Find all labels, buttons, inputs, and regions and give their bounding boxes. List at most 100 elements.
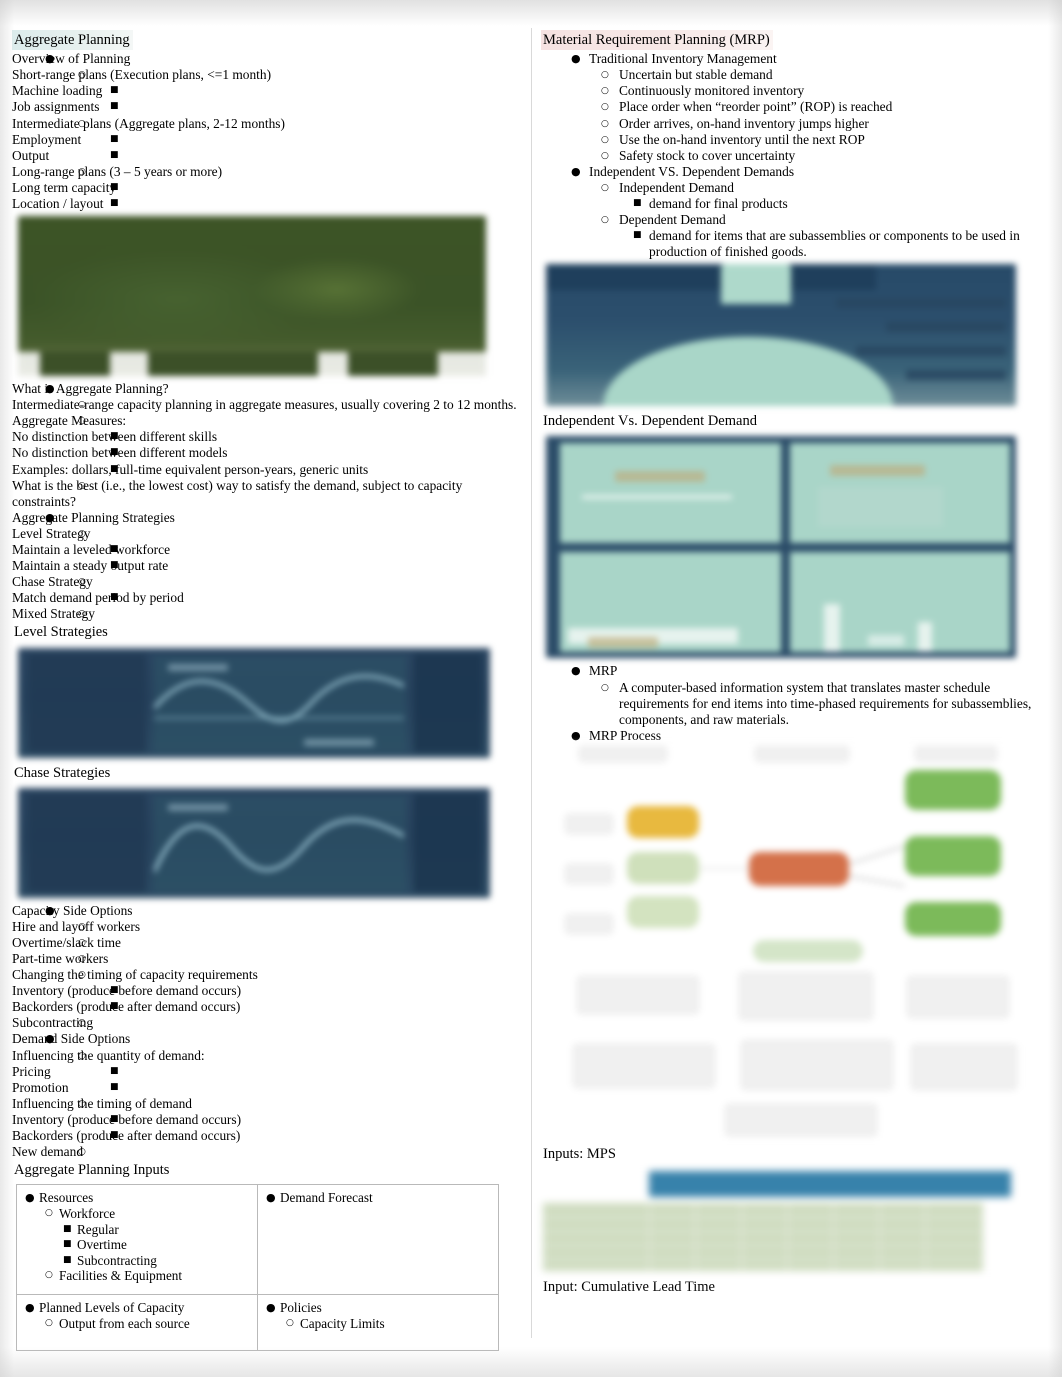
list-item: ● Policies <box>264 1300 492 1316</box>
chart-side-panel <box>414 653 482 752</box>
bullet-square-icon: ■ <box>110 1065 119 1076</box>
bullet-disc-icon: ● <box>571 164 581 178</box>
bullet-disc-icon: ● <box>571 664 581 678</box>
list-item: ■ Maintain a leveled workforce <box>12 542 517 558</box>
list-item-label: Traditional Inventory Management <box>589 51 777 67</box>
list-item-label: Influencing the quantity of demand: <box>12 1047 205 1063</box>
list-item: ○ Mixed Strategy <box>12 606 517 622</box>
photo-spout-shape <box>721 264 791 305</box>
bullet-square-icon: ■ <box>110 197 119 208</box>
bullet-circle-icon: ○ <box>286 1317 294 1328</box>
list-item-label: Safety stock to cover uncertainty <box>619 147 796 163</box>
planned-capacity-list: ● Planned Levels of Capacity ○ Output from… <box>23 1300 251 1331</box>
independent-dependent-demand-quad-image <box>546 436 1016 659</box>
list-item-label: Part-time workers <box>12 951 109 966</box>
list-item: ○ Influencing the timing of demand <box>12 1096 517 1112</box>
list-item: ■ Employment <box>12 132 517 148</box>
list-item-label: Location / layout <box>12 195 104 211</box>
bullet-circle-icon: ○ <box>45 1207 53 1218</box>
list-item: ● Planned Levels of Capacity <box>23 1300 251 1316</box>
bullet-circle-icon: ○ <box>78 1147 86 1158</box>
list-item: ○ Use the on-hand inventory until the nex… <box>541 132 1048 148</box>
bullet-circle-icon: ○ <box>601 102 609 113</box>
list-item-label: Facilities & Equipment <box>59 1268 183 1284</box>
bullet-disc-icon: ● <box>45 510 55 524</box>
table-cell-policies: ● Policies ○ Capacity Limits <box>257 1294 499 1352</box>
quad-cell <box>560 443 781 544</box>
list-item-label: No distinction between different models <box>12 445 228 461</box>
mps-table-colline <box>925 1203 926 1272</box>
bullet-disc-icon: ● <box>571 52 581 66</box>
list-item-label: MRP <box>589 663 618 679</box>
page-title-aggregate-planning: Aggregate Planning <box>12 30 133 51</box>
bullet-disc-icon: ● <box>266 1301 276 1315</box>
list-item: ○ Intermediate-range capacity planning in… <box>12 397 517 413</box>
list-item: ■ Pricing <box>12 1064 517 1080</box>
list-item: ■ Long term capacity <box>12 180 517 196</box>
flow-connector <box>850 845 904 865</box>
level-strategy-curve <box>154 673 404 723</box>
bullet-square-icon: ■ <box>110 101 119 112</box>
flow-node-pale-green <box>627 851 699 884</box>
outline-capacity-demand-options: ● Capacity Side Options ○ Hire and layoff … <box>12 903 517 1161</box>
list-item-label: Resources <box>39 1190 94 1206</box>
bullet-square-icon: ■ <box>110 447 119 458</box>
bullet-circle-icon: ○ <box>78 954 86 964</box>
list-item: ○ Order arrives, on-hand inventory jumps … <box>541 116 1048 132</box>
list-item-label: Promotion <box>12 1079 69 1095</box>
bullet-disc-icon: ● <box>45 382 55 396</box>
list-item: ● MRP <box>541 663 1048 679</box>
list-item-label: Backorders (produce after demand occurs) <box>12 999 241 1015</box>
list-item: ○ A computer-based information system tha… <box>541 680 1048 728</box>
flow-connector <box>699 867 749 870</box>
independent-dependent-demand-photo <box>546 264 1016 407</box>
bullet-circle-icon: ○ <box>601 86 609 97</box>
chart-plot-area <box>154 795 406 892</box>
quad-cell <box>789 552 1010 653</box>
list-item: ○ Intermediate plans (Aggregate plans, 2-… <box>12 116 517 132</box>
quad-cell-bar <box>817 487 943 528</box>
list-item-label: Independent Demand <box>619 179 734 195</box>
list-item: ■ Inventory (produce before demand occurs… <box>12 983 517 999</box>
list-item: ■ Match demand period by period <box>12 590 517 606</box>
list-item-label: MRP Process <box>589 727 662 743</box>
flow-connector <box>849 875 905 887</box>
list-item: ■ Output <box>12 148 517 164</box>
list-item-label: Job assignments <box>12 99 100 115</box>
list-item-label: Maintain a steady output rate <box>12 558 169 574</box>
mps-table-rowline <box>543 1245 983 1247</box>
photo-dark-band <box>546 264 876 291</box>
bullet-circle-icon: ○ <box>78 70 86 81</box>
list-item: ○ Uncertain but stable demand <box>541 67 1048 83</box>
mps-table-colline <box>833 1203 834 1272</box>
flow-node-pale <box>911 1043 1017 1090</box>
page-title-material-requirement-planning: Material Requirement Planning (MRP) <box>541 30 773 51</box>
bullet-square-icon: ■ <box>110 431 119 442</box>
list-item-label: Influencing the timing of demand <box>12 1095 192 1111</box>
list-item-label: Continuously monitored inventory <box>619 83 805 99</box>
bullet-circle-icon: ○ <box>78 480 86 491</box>
list-item: ● Traditional Inventory Management <box>541 51 1048 67</box>
list-item: ■ Examples: dollars, full-time equivalent… <box>12 462 517 478</box>
caption-aggregate-planning-inputs: Aggregate Planning Inputs <box>14 1162 170 1179</box>
photo-bar <box>856 346 1006 357</box>
list-item-label: Output from each source <box>59 1315 190 1331</box>
bullet-disc-icon: ● <box>25 1301 35 1315</box>
list-item-label: Match demand period by period <box>12 590 184 606</box>
list-item-label: Use the on-hand inventory until the next… <box>619 131 865 147</box>
bullet-circle-icon: ○ <box>78 118 86 129</box>
bullet-circle-icon: ○ <box>601 118 609 129</box>
bullet-square-icon: ■ <box>110 985 119 996</box>
list-item: ● Capacity Side Options <box>12 903 517 919</box>
list-item-label: Aggregate Measures: <box>12 413 127 429</box>
bullet-circle-icon: ○ <box>78 166 86 177</box>
bullet-square-icon: ■ <box>63 1254 72 1265</box>
list-item: ● What is Aggregate Planning? <box>12 381 517 397</box>
list-item: ○ Level Strategy <box>12 526 517 542</box>
list-item: ● Demand Side Options <box>12 1031 517 1047</box>
list-item-label: Subcontracting <box>77 1252 157 1268</box>
flow-node-pale <box>725 1103 877 1136</box>
chart-axis-label <box>168 803 228 811</box>
bullet-circle-icon: ○ <box>45 1270 53 1281</box>
mps-table-colline <box>787 1203 788 1272</box>
